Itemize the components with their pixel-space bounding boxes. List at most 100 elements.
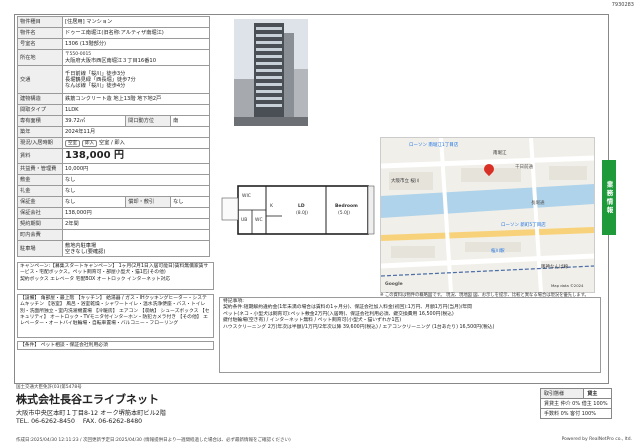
spec-key: 物件種目 [17,16,63,28]
spec-key: 礼金 [17,185,63,197]
spec-value: ドゥーエ南堀江(旧名称:アルティザ南堀江) [62,27,210,39]
map-label: 桜川駅 [491,249,505,254]
building-photo [234,19,308,126]
spec-key: 物件名 [17,27,63,39]
deal-kind-label: 取引態様 [539,388,585,399]
spec-key: 交通 [17,65,63,94]
google-logo: Google [385,282,403,287]
spec-row: 礼金 なし [17,185,210,197]
spec-row: 専有面積 39.72㎡ 間口動方位南 [17,115,210,127]
spec-row: 建物構造 鉄筋コンクリート造 地上13階 地下地2戸 [17,93,210,105]
room-label-bedroom: Bedroom [335,204,358,209]
spec-key: 所在地 [17,49,63,66]
status-pill: 空室 [65,139,80,147]
room-size-bedroom: (5.0J) [338,211,350,216]
document-id: 7930283 [611,2,634,8]
footer-powered: Powered by RealNetPro co., ltd. [561,437,632,442]
spec-value: 空室 / 即入 [99,139,125,146]
company-block: 国土交通大臣免許(03)第5478号 株式会社長谷エライブネット 大阪市中央区本… [16,384,166,425]
location-map[interactable]: ローソン 南堀江1丁目店 南堀江 千日前通 大阪市立 桜川 長堀通 ローソン 新… [380,137,595,293]
spec-row: 物件名 ドゥーエ南堀江(旧名称:アルティザ南堀江) [17,27,210,39]
spec-value: 39.72㎡ [61,115,127,127]
spec-key: 駐車場 [17,240,63,257]
spec-key: 築年 [17,126,63,138]
spec-row: 物件種目 [住居用] マンション [17,16,210,28]
business-info-tab[interactable]: 業務情報 [602,160,616,235]
spec-row: 現況/入居時期 空室 即入 空室 / 即入 [17,137,210,149]
spec-row: 契約期間 2年間 [17,218,210,230]
spec-key: 共益費・管理費 [17,163,63,175]
spec-row: 築年 2024年11月 [17,126,210,138]
spec-value: なし [61,196,127,208]
equipment-note: 【設備】 角部屋・最上階 【キッチン】 給湯器 / ガス・IHクッキングヒーター… [17,294,214,338]
spec-key: 賃料 [17,148,63,164]
parking-line: 空きなし(要確認) [65,248,106,255]
spec-row: 保証金 なし 償却・敷引 なし [17,196,210,208]
rent-value: 138,000 円 [65,149,125,161]
spec-row: 号室名 1306 (13階部分) [17,38,210,50]
spec-value: 南 [170,115,210,127]
spec-value: なし [62,185,210,197]
spec-key: 現況/入居時期 [17,137,63,149]
spec-key: 号室名 [17,38,63,50]
spec-key: 専有面積 [17,115,63,127]
spec-row: 保証会社 138,000円 [17,207,210,219]
spec-value: 2024年11月 [62,126,210,138]
map-label: 大阪市立 桜川 [391,179,420,184]
map-label: 千日前通 [515,165,533,170]
map-label: ローソン 南堀江1丁目店 [409,143,459,148]
spec-key: 建物構造 [17,93,63,105]
spec-row: 駐車場 敷地内駐車場 空きなし(要確認) [17,240,210,257]
spec-row: 交通 千日前線「桜川」徒歩3分 長堀鶴見緑「西長堀」徒歩7分 なんば線「桜川」徒歩4分 [17,65,210,94]
spec-value: 138,000円 [62,207,210,219]
spec-value: [住居用] マンション [62,16,210,28]
address-value: 大阪府大阪市西区南堀江３丁目16番10 [65,57,157,64]
map-label: 長堀通 [531,201,545,206]
room-label-ld: LD [298,204,305,209]
deal-kind-value: 貸主 [583,388,612,399]
spec-value: なし [62,174,210,186]
spec-table: 物件種目 [住居用] マンション 物件名 ドゥーエ南堀江(旧名称:アルティザ南堀江)… [17,16,210,257]
spec-key: 間取タイプ [17,104,63,116]
license-number: 国土交通大臣免許(03)第5478号 [16,385,82,390]
spec-key: 契約期間 [17,218,63,230]
company-address: 大阪市中央区本町１丁目8-12 オーク堺筋本町ビル2階 [16,410,166,417]
spec-key: 償却・敷引 [125,196,172,208]
memo-line: ハウスクリーニング 2万(年次は半額)/1万円/2年次以降 39,600円(税込… [223,324,495,330]
spec-key: 保証会社 [17,207,63,219]
company-tel: TEL. 06-6262-8450 [16,418,75,425]
spec-row: 間取タイプ 1LDK [17,104,210,116]
spec-value [62,229,210,241]
transaction-table: 取引態様 貸主 賃貸主 仲介 0% 借主 100% 手数料 0% 客付 100% [539,388,612,419]
room-label-k: K [270,204,273,209]
special-notes: 特記事項: 契約条件:短期解約違約金(1年未満の場合は賃料の1ヶ月分)、保証会社… [219,297,601,373]
spec-value: なし [170,196,210,208]
spec-value: 2年間 [62,218,210,230]
map-label: ローソン 新町5丁目店 [501,223,546,228]
spec-row: 敷金 なし [17,174,210,186]
map-label: 阪神なんば線 [541,265,568,270]
deal-row: 賃貸主 仲介 0% 借主 100% [540,398,612,409]
conditions-note: 【条件】 ペット相談・保証会社利用必須 [17,341,214,350]
spec-key: 町内会費 [17,229,63,241]
campaign-tail: 契約ボックス エレベータ 宅配BOX オートロック インターネット対応 [20,276,171,282]
status-pill: 即入 [82,139,97,147]
campaign-note: キャンペーン:【募集スタートキャンペーン】 1ヶ月(2月1日入居可能日)賃料無償… [17,262,214,290]
spec-key: 間口動方位 [125,115,172,127]
campaign-text: キャンペーン:【募集スタートキャンペーン】 1ヶ月(2月1日入居可能日)賃料無償… [20,264,209,276]
spec-value: 1LDK [62,104,210,116]
access-line: なんば線「桜川」徒歩4分 [65,82,126,89]
company-fax: FAX. 06-6262-8480 [82,418,143,425]
company-name: 株式会社長谷エライブネット [16,393,159,406]
spec-value: 鉄筋コンクリート造 地上13階 地下地2戸 [62,93,210,105]
map-attribution: Map data ©2024 [551,283,584,288]
spec-row: 賃料 138,000 円 [17,148,210,164]
room-size-ld: (8.0J) [296,211,308,216]
spec-row: 町内会費 [17,229,210,241]
spec-value: 1306 (13階部分) [62,38,210,50]
spec-row: 共益費・管理費 10,000円 [17,163,210,175]
deal-row: 手数料 0% 客付 100% [540,408,612,419]
room-label-ub: UB [241,218,248,223]
spec-row: 所在地 〒550-0015 大阪府大阪市西区南堀江３丁目16番10 [17,49,210,66]
footer-created: 作成日:2025/04/30 12:11:23 / 次回更新予定日:2025/0… [16,438,291,443]
